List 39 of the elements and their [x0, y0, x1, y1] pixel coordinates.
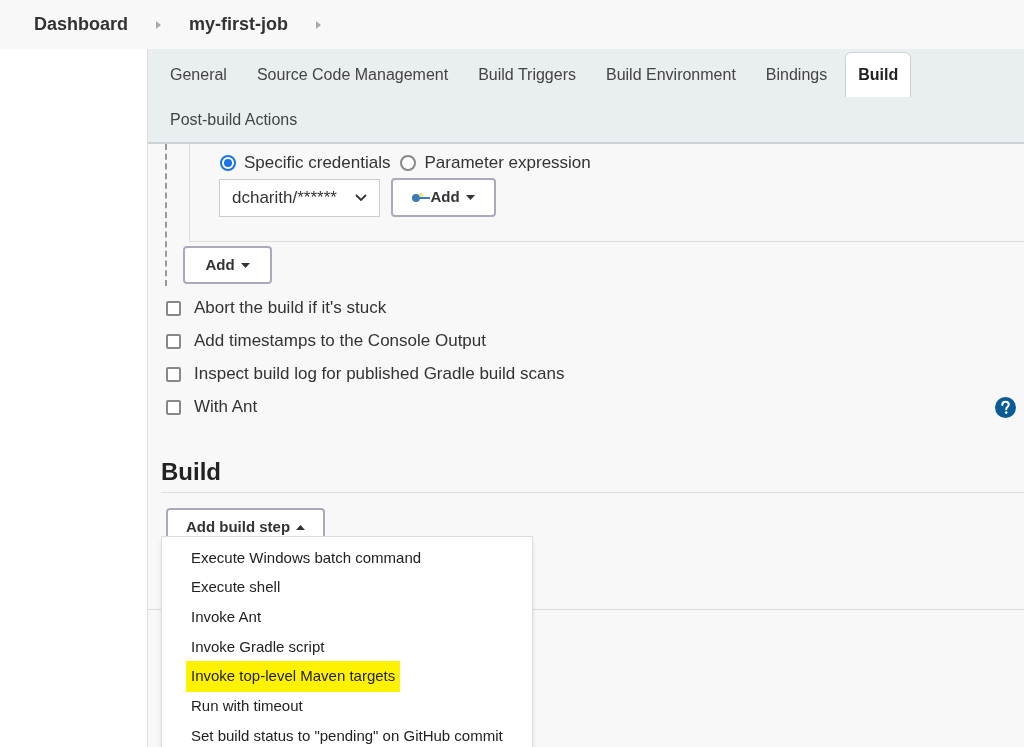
tab[interactable]: Build Environment [594, 52, 748, 97]
key-icon [412, 192, 431, 203]
radio-button[interactable] [220, 155, 236, 171]
caret-icon [296, 524, 306, 530]
credentials-dropdown[interactable]: dcharith/****** [219, 178, 380, 217]
menu-item[interactable]: Invoke Gradle script [186, 631, 330, 663]
tab[interactable]: Source Code Management [244, 52, 461, 97]
add-button[interactable]: Add [183, 246, 272, 284]
tab[interactable]: General [158, 52, 239, 97]
menu-item[interactable]: Set build status to "pending" on GitHub commit [186, 720, 508, 747]
tab[interactable]: Build [845, 52, 912, 97]
tab[interactable]: Bindings [753, 52, 840, 97]
tab[interactable]: Build Triggers [466, 52, 588, 97]
menu-item[interactable]: Execute shell [186, 572, 286, 603]
menu-item[interactable]: Run with timeout [186, 691, 308, 722]
add-credentials-button[interactable]: Add [391, 178, 496, 217]
caret-icon [465, 195, 475, 200]
tab[interactable]: Post-build Actions [158, 97, 310, 142]
breadcrumb-link[interactable]: my-first-job [189, 11, 289, 38]
checkbox[interactable] [166, 333, 181, 349]
section-heading: Build [161, 457, 222, 487]
checkbox[interactable] [166, 399, 181, 415]
checkbox-label: With Ant [194, 396, 258, 419]
checkbox-label: Inspect build log for published Gradle build scans [194, 363, 565, 386]
menu-item[interactable]: Invoke Ant [186, 601, 267, 633]
chevron-down-icon [355, 193, 367, 202]
chevron-right-icon [156, 20, 162, 29]
checkbox[interactable] [166, 366, 181, 382]
help-icon[interactable] [995, 396, 1016, 418]
breadcrumb-link[interactable]: Dashboard [34, 11, 129, 38]
radio-button[interactable] [400, 155, 417, 171]
radio-label: Parameter expression [424, 152, 591, 175]
menu-item[interactable]: Invoke top-level Maven targets [186, 661, 401, 692]
checkbox-label: Abort the build if it's stuck [194, 297, 387, 320]
radio-label: Specific credentials [244, 152, 391, 175]
caret-icon [240, 262, 250, 268]
chevron-right-icon [316, 20, 322, 29]
checkbox[interactable] [166, 300, 181, 316]
checkbox-label: Add timestamps to the Console Output [194, 330, 486, 353]
